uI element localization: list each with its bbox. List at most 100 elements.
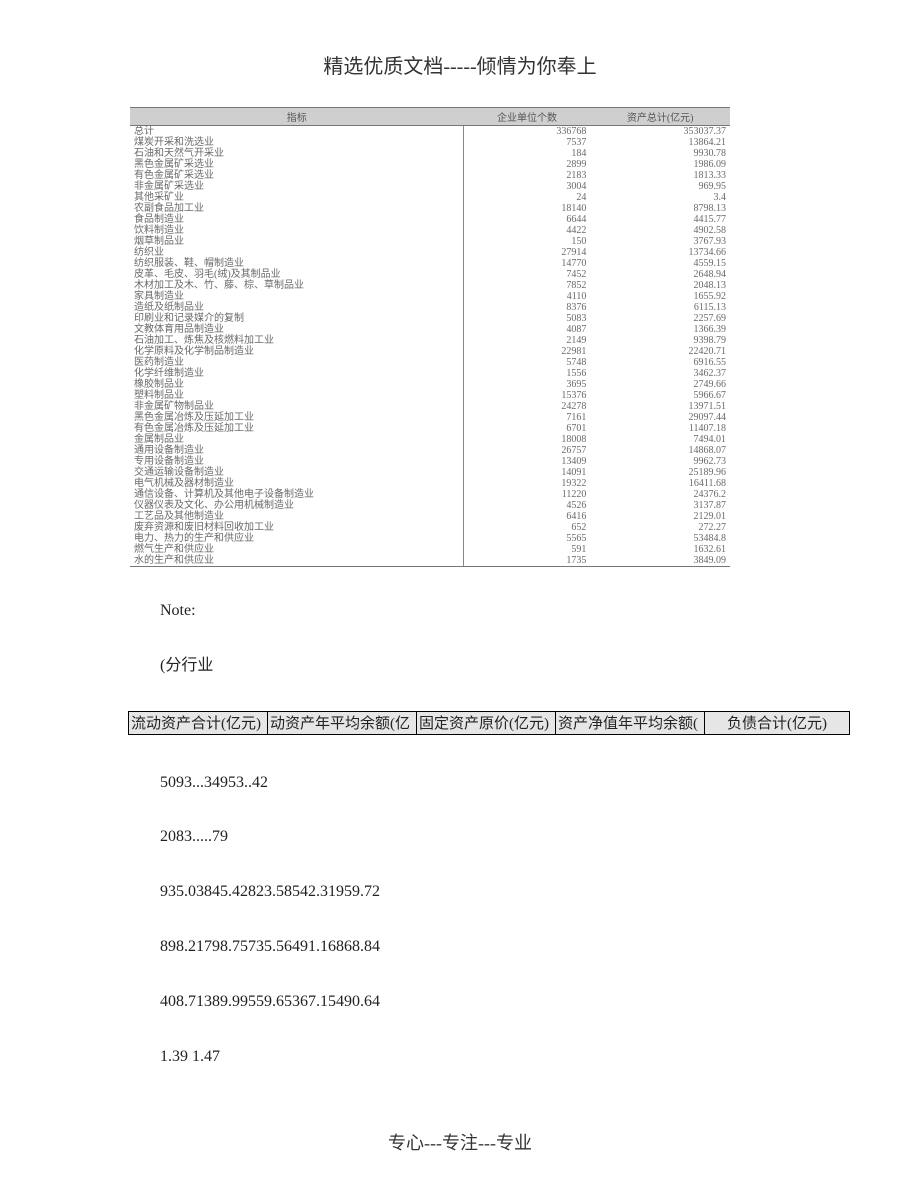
table-row: 石油加工、炼焦及核燃料加工业21499398.79 xyxy=(130,335,730,346)
row-count: 4087 xyxy=(464,324,591,335)
row-count: 24278 xyxy=(464,401,591,412)
numeric-line: 5093...34953..42 xyxy=(160,773,860,794)
table-row: 总计336768353037.37 xyxy=(130,126,730,138)
band-cell-liquid-assets: 流动资产合计(亿元) xyxy=(129,712,268,734)
row-name: 其他采矿业 xyxy=(130,192,464,203)
row-assets: 5966.67 xyxy=(590,390,730,401)
row-assets: 3462.37 xyxy=(590,368,730,379)
row-assets: 6916.55 xyxy=(590,357,730,368)
row-name: 黑色金属冶炼及压延加工业 xyxy=(130,412,464,423)
body-text-block: Note: (分行业 xyxy=(160,601,860,677)
table-row: 纺织业2791413734.66 xyxy=(130,247,730,258)
table-row: 木材加工及木、竹、藤、棕、草制品业78522048.13 xyxy=(130,280,730,291)
page-header: 精选优质文档-----倾情为你奉上 xyxy=(0,50,920,79)
row-assets: 4559.15 xyxy=(590,258,730,269)
row-assets: 11407.18 xyxy=(590,423,730,434)
row-assets: 4902.58 xyxy=(590,225,730,236)
row-count: 591 xyxy=(464,544,591,555)
numeric-line: 898.21798.75735.56491.16868.84 xyxy=(160,937,860,958)
table-body: 总计336768353037.37煤炭开采和洗选业753713864.21石油和… xyxy=(130,126,730,567)
row-name: 造纸及纸制品业 xyxy=(130,302,464,313)
row-count: 26757 xyxy=(464,445,591,456)
table-row: 专用设备制造业134099962.73 xyxy=(130,456,730,467)
row-assets: 3767.93 xyxy=(590,236,730,247)
row-count: 22981 xyxy=(464,346,591,357)
row-count: 7161 xyxy=(464,412,591,423)
row-count: 7537 xyxy=(464,137,591,148)
row-assets: 13971.51 xyxy=(590,401,730,412)
table-row: 金属制品业180087494.01 xyxy=(130,434,730,445)
row-assets: 3.4 xyxy=(590,192,730,203)
row-count: 184 xyxy=(464,148,591,159)
page-footer: 专心---专注---专业 xyxy=(0,1129,920,1155)
table-row: 纺织服装、鞋、帽制造业147704559.15 xyxy=(130,258,730,269)
row-count: 14091 xyxy=(464,467,591,478)
table-row: 其他采矿业243.4 xyxy=(130,192,730,203)
table-row: 工艺品及其他制造业64162129.01 xyxy=(130,511,730,522)
row-name: 饮料制造业 xyxy=(130,225,464,236)
row-assets: 8798.13 xyxy=(590,203,730,214)
row-assets: 2048.13 xyxy=(590,280,730,291)
row-count: 15376 xyxy=(464,390,591,401)
row-count: 8376 xyxy=(464,302,591,313)
row-count: 7452 xyxy=(464,269,591,280)
row-count: 4422 xyxy=(464,225,591,236)
row-assets: 2749.66 xyxy=(590,379,730,390)
row-count: 6701 xyxy=(464,423,591,434)
table-row: 印刷业和记录媒介的复制50832257.69 xyxy=(130,313,730,324)
row-name: 纺织服装、鞋、帽制造业 xyxy=(130,258,464,269)
row-name: 仪器仪表及文化、办公用机械制造业 xyxy=(130,500,464,511)
row-assets: 1986.09 xyxy=(590,159,730,170)
row-count: 5083 xyxy=(464,313,591,324)
row-assets: 9962.73 xyxy=(590,456,730,467)
row-assets: 1366.39 xyxy=(590,324,730,335)
row-assets: 6115.13 xyxy=(590,302,730,313)
row-count: 18008 xyxy=(464,434,591,445)
industry-table: 指标 企业单位个数 资产总计(亿元) 总计336768353037.37煤炭开采… xyxy=(130,107,730,567)
row-count: 27914 xyxy=(464,247,591,258)
row-name: 印刷业和记录媒介的复制 xyxy=(130,313,464,324)
table-row: 有色金属矿采选业21831813.33 xyxy=(130,170,730,181)
numeric-line: 2083.....79 xyxy=(160,827,860,848)
table-row: 通信设备、计算机及其他电子设备制造业1122024376.2 xyxy=(130,489,730,500)
row-name: 医药制造业 xyxy=(130,357,464,368)
row-assets: 53484.8 xyxy=(590,533,730,544)
table-row: 黑色金属矿采选业28991986.09 xyxy=(130,159,730,170)
numeric-line: 935.03845.42823.58542.31959.72 xyxy=(160,882,860,903)
row-name: 电气机械及器材制造业 xyxy=(130,478,464,489)
table-row: 橡胶制品业36952749.66 xyxy=(130,379,730,390)
row-name: 家具制造业 xyxy=(130,291,464,302)
row-name: 木材加工及木、竹、藤、棕、草制品业 xyxy=(130,280,464,291)
table-row: 仪器仪表及文化、办公用机械制造业45263137.87 xyxy=(130,500,730,511)
table-row: 塑料制品业153765966.67 xyxy=(130,390,730,401)
row-name: 石油加工、炼焦及核燃料加工业 xyxy=(130,335,464,346)
row-name: 废弃资源和废旧材料回收加工业 xyxy=(130,522,464,533)
row-count: 2899 xyxy=(464,159,591,170)
table-row: 饮料制造业44224902.58 xyxy=(130,225,730,236)
row-assets: 3849.09 xyxy=(590,555,730,567)
row-assets: 4415.77 xyxy=(590,214,730,225)
note-label: Note: xyxy=(160,601,860,622)
row-name: 金属制品业 xyxy=(130,434,464,445)
row-count: 4526 xyxy=(464,500,591,511)
row-count: 4110 xyxy=(464,291,591,302)
row-name: 塑料制品业 xyxy=(130,390,464,401)
row-name: 化学纤维制造业 xyxy=(130,368,464,379)
band-cell-liabilities: 负债合计(亿元) xyxy=(705,712,849,734)
numeric-lines-block: 5093...34953..42 2083.....79 935.03845.4… xyxy=(160,773,860,1068)
table-row: 烟草制品业1503767.93 xyxy=(130,236,730,247)
table-row: 食品制造业66444415.77 xyxy=(130,214,730,225)
row-count: 336768 xyxy=(464,126,591,138)
row-count: 150 xyxy=(464,236,591,247)
row-assets: 1632.61 xyxy=(590,544,730,555)
row-assets: 9930.78 xyxy=(590,148,730,159)
table-row: 家具制造业41101655.92 xyxy=(130,291,730,302)
row-name: 石油和天然气开采业 xyxy=(130,148,464,159)
table-row: 电气机械及器材制造业1932216411.68 xyxy=(130,478,730,489)
table-row: 交通运输设备制造业1409125189.96 xyxy=(130,467,730,478)
row-assets: 1813.33 xyxy=(590,170,730,181)
row-name: 水的生产和供应业 xyxy=(130,555,464,567)
row-name: 纺织业 xyxy=(130,247,464,258)
row-name: 电力、热力的生产和供应业 xyxy=(130,533,464,544)
table-row: 非金属矿物制品业2427813971.51 xyxy=(130,401,730,412)
